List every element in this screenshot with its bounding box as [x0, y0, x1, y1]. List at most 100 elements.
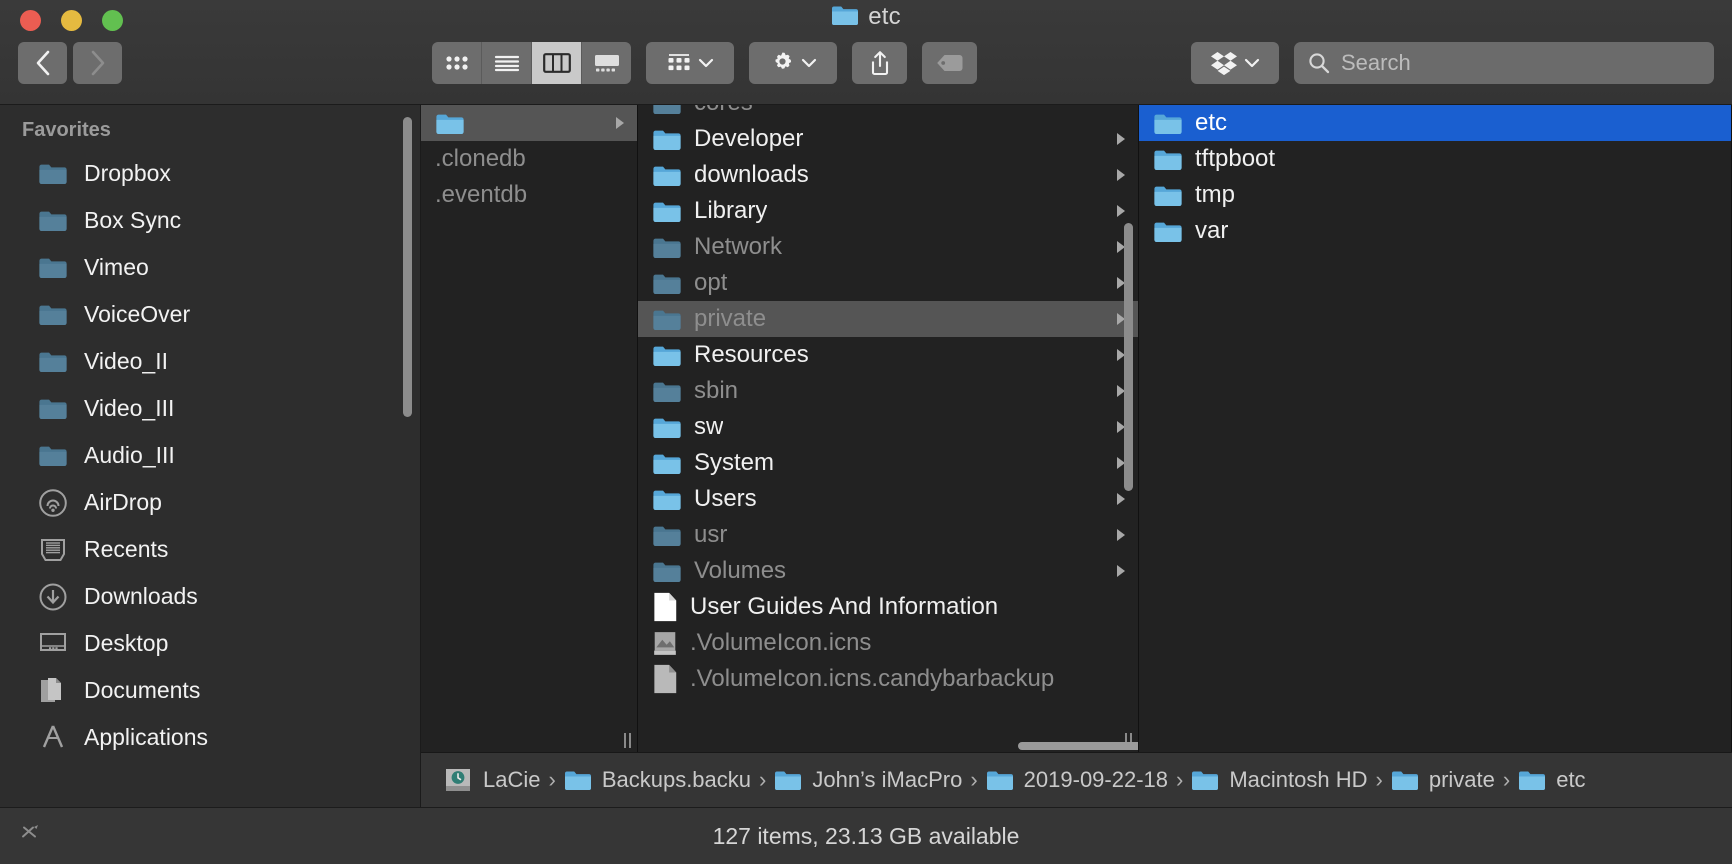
close-button[interactable] [20, 10, 41, 31]
zoom-button[interactable] [102, 10, 123, 31]
file-row[interactable]: private [638, 301, 1138, 337]
folder-icon [653, 526, 681, 546]
column-4-list: etc tftpboot tmp var [1139, 105, 1731, 249]
folder-icon [653, 105, 681, 114]
file-row[interactable]: sw [638, 409, 1138, 445]
file-row[interactable]: var [1139, 213, 1731, 249]
window-body: Favorites Dropbox Box Sync Vimeo VoiceOver V… [0, 105, 1732, 807]
sidebar-item-video-ii[interactable]: Video_II [0, 338, 420, 385]
toolbar-right-group: Search [1191, 42, 1714, 84]
file-name: usr [694, 521, 728, 548]
tag-icon [936, 55, 962, 71]
file-row[interactable]: Users [638, 481, 1138, 517]
forward-button[interactable] [73, 42, 122, 84]
file-row[interactable]: Developer [638, 121, 1138, 157]
file-name: Developer [694, 125, 804, 152]
breadcrumb-item[interactable]: 2019-09-22-18 [986, 767, 1168, 793]
finder-window: etc Search Favorites Dropbox Box Sync Vi… [0, 0, 1732, 864]
sidebar-item-airdrop[interactable]: AirDrop [0, 479, 420, 526]
folder-icon [39, 446, 67, 466]
navigation-buttons [18, 42, 122, 84]
dropbox-icon [1211, 52, 1237, 76]
downloads-icon [39, 582, 67, 611]
file-row[interactable]: cores [638, 105, 1138, 121]
file-row[interactable]: opt [638, 265, 1138, 301]
tags-button[interactable] [922, 42, 977, 84]
breadcrumb-item[interactable]: Backups.backu [564, 767, 751, 793]
sidebar-item-desktop[interactable]: Desktop [0, 620, 420, 667]
back-button[interactable] [18, 42, 67, 84]
sidebar-item-label: Applications [84, 724, 209, 750]
gallery-view-button[interactable] [582, 42, 631, 84]
file-row[interactable]: tftpboot [1139, 141, 1731, 177]
file-name: tftpboot [1195, 145, 1276, 172]
sidebar-item-label: Dropbox [84, 160, 171, 186]
folder-icon [1192, 771, 1219, 790]
breadcrumb-item[interactable]: Macintosh HD [1191, 767, 1368, 793]
sidebar-item-label: Recents [84, 536, 169, 562]
dropbox-button[interactable] [1191, 42, 1279, 84]
file-row[interactable]: Volumes [638, 553, 1138, 589]
file-row[interactable]: System [638, 445, 1138, 481]
chevron-down-icon [1244, 58, 1260, 68]
minimize-button[interactable] [61, 10, 82, 31]
sidebar-scrollbar[interactable] [403, 117, 412, 417]
gallery-icon [594, 55, 619, 72]
file-row[interactable]: Resources [638, 337, 1138, 373]
breadcrumb-item[interactable]: etc [1518, 767, 1586, 793]
sidebar-item-box-sync[interactable]: Box Sync [0, 197, 420, 244]
file-row[interactable]: User Guides And Information [638, 589, 1138, 625]
file-row[interactable]: .VolumeIcon.icns.candybarbackup [638, 661, 1138, 697]
column-3-horizontal-scrollbar[interactable] [1018, 742, 1138, 750]
breadcrumb-separator: › [548, 767, 556, 792]
sidebar-item-label: AirDrop [84, 489, 162, 515]
column-browser: .clonedb .eventdb cores Developer downloads… [421, 105, 1732, 807]
icon-view-button[interactable] [432, 42, 482, 84]
search-field[interactable]: Search [1294, 42, 1714, 84]
search-icon [1309, 53, 1330, 74]
file-row[interactable]: sbin [638, 373, 1138, 409]
file-row[interactable]: downloads [638, 157, 1138, 193]
folder-icon [653, 418, 681, 438]
sidebar-item-downloads[interactable]: Downloads [0, 573, 420, 620]
sidebar-item-video-iii[interactable]: Video_III [0, 385, 420, 432]
sidebar-item-recents[interactable]: Recents [0, 526, 420, 573]
sidebar-item-vimeo[interactable]: Vimeo [0, 244, 420, 291]
folder-icon [436, 114, 464, 134]
column-2-resize-grip[interactable] [624, 733, 631, 748]
sidebar-item-dropbox[interactable]: Dropbox [0, 150, 420, 197]
sidebar-item-audio-iii[interactable]: Audio_III [0, 432, 420, 479]
file-row[interactable] [421, 105, 637, 141]
sidebar-item-documents[interactable]: Documents [0, 667, 420, 714]
breadcrumb-item[interactable]: LaCie [443, 767, 540, 793]
group-by-button[interactable] [646, 42, 734, 84]
file-row[interactable]: .eventdb [421, 177, 637, 213]
sidebar-item-label: VoiceOver [84, 301, 191, 327]
breadcrumb-label: 2019-09-22-18 [1023, 767, 1169, 792]
column-3-scrollbar[interactable] [1124, 223, 1133, 491]
sidebar-item-applications[interactable]: Applications [0, 714, 420, 761]
breadcrumb-item[interactable]: John’s iMacPro [774, 767, 962, 793]
column-area: .clonedb .eventdb cores Developer downloads… [421, 105, 1732, 752]
file-row[interactable]: tmp [1139, 177, 1731, 213]
file-row[interactable]: .VolumeIcon.icns [638, 625, 1138, 661]
file-row[interactable]: Library [638, 193, 1138, 229]
action-menu-button[interactable] [749, 42, 837, 84]
breadcrumb-item[interactable]: private [1391, 767, 1495, 793]
recents-icon [41, 538, 65, 561]
file-row[interactable]: etc [1139, 105, 1731, 141]
file-name: etc [1195, 109, 1228, 136]
share-button[interactable] [852, 42, 907, 84]
sidebar-item-voiceover[interactable]: VoiceOver [0, 291, 420, 338]
column-2-list: .clonedb .eventdb [421, 105, 637, 213]
chevron-down-icon [698, 58, 714, 68]
file-row[interactable]: Network [638, 229, 1138, 265]
file-row[interactable]: .clonedb [421, 141, 637, 177]
chevron-left-icon [36, 50, 49, 76]
list-view-button[interactable] [482, 42, 532, 84]
file-name: private [694, 305, 767, 332]
columns-icon [542, 53, 571, 73]
file-row[interactable]: usr [638, 517, 1138, 553]
sidebar-section-favorites: Favorites [22, 119, 111, 141]
column-view-button[interactable] [532, 42, 582, 84]
